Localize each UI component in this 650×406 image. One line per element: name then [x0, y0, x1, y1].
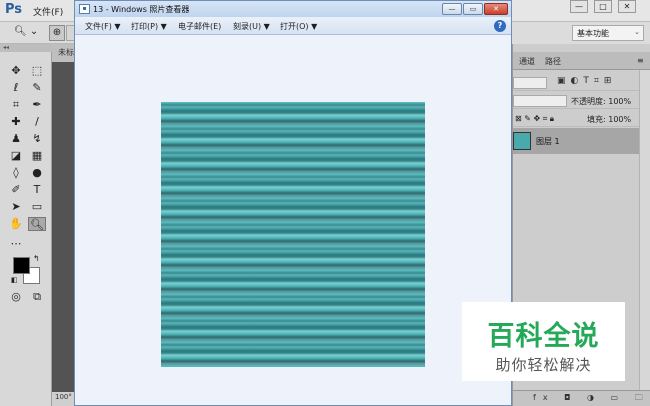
healing-brush-tool-icon[interactable]: ✚ [7, 115, 25, 129]
viewer-menu-email[interactable]: 电子邮件(E) [178, 21, 221, 32]
viewer-title: 13 - Windows 照片查看器 [93, 5, 190, 14]
lock-fill-row: ⊠ ✎ ✥ ⌗ 🔒︎ 填充: 100% [513, 110, 650, 127]
viewer-titlebar[interactable]: ▪ 13 - Windows 照片查看器 — ▭ ✕ [75, 1, 511, 17]
photo-viewer-app-icon: ▪ [79, 4, 90, 14]
viewer-canvas [75, 35, 511, 405]
crop-tool-icon[interactable]: ⌗ [7, 98, 25, 112]
viewer-maximize-icon[interactable]: ▭ [463, 3, 483, 15]
watermark-logo: 百科全说 助你轻松解决 [462, 302, 625, 381]
viewer-menu-burn[interactable]: 刻录(U) ▼ [233, 21, 270, 32]
viewer-menu-print[interactable]: 打印(P) ▼ [131, 21, 167, 32]
eraser-tool-icon[interactable]: ◪ [7, 149, 25, 163]
chevron-down-icon: ▼ [263, 22, 270, 31]
panel-scrollbar[interactable] [639, 70, 650, 390]
chevron-down-icon: ▼ [114, 22, 121, 31]
panel-menu-icon[interactable]: ≡ [637, 56, 644, 65]
layer-thumbnail [513, 132, 531, 150]
close-icon[interactable]: ✕ [618, 0, 636, 13]
menu-label: 刻录(U) [233, 22, 262, 31]
fill-label[interactable]: 填充: 100% [587, 114, 631, 125]
shape-tool-icon[interactable]: ▭ [28, 200, 46, 214]
marquee-tool-icon[interactable]: ⬚ [28, 64, 46, 78]
lasso-tool-icon[interactable]: ℓ [7, 81, 25, 95]
ps-menu-file[interactable]: 文件(F) [33, 5, 63, 18]
toolbar-collapse-icon[interactable]: ◂◂ [0, 44, 52, 52]
maximize-icon[interactable]: □ [594, 0, 612, 13]
displayed-photo [161, 102, 425, 367]
eyedropper-tool-icon[interactable]: ✒ [28, 98, 46, 112]
layer-kind-select[interactable] [513, 77, 547, 89]
status-zoom: 100° [55, 393, 72, 401]
history-brush-tool-icon[interactable]: ↯ [28, 132, 46, 146]
move-tool-icon[interactable]: ✥ [7, 64, 25, 78]
tab-paths[interactable]: 路径 [545, 56, 561, 67]
help-icon[interactable]: ? [494, 20, 506, 32]
workspace-label: 基本功能 [577, 29, 609, 38]
menu-label: 打开(O) [280, 22, 309, 31]
zoom-tool-preset-icon[interactable]: 🔍︎ ⌄ [14, 26, 42, 40]
quick-mask-icon[interactable]: ◎ [7, 290, 25, 304]
swap-colors-icon[interactable]: ↰ [33, 254, 40, 263]
ps-toolbar: ◂◂ ✥ ⬚ ℓ ✎ ⌗ ✒ ✚ / ♟ ↯ ◪ ▦ ◊ ● ✐ T ➤ ▭ ✋… [0, 44, 52, 406]
lock-icons[interactable]: ⊠ ✎ ✥ ⌗ 🔒︎ [515, 114, 554, 124]
chevron-down-icon: ▼ [160, 22, 167, 31]
document-tab[interactable]: 未标 [52, 44, 76, 62]
default-colors-icon[interactable]: ◧ [11, 276, 18, 284]
viewer-menubar: 文件(F) ▼ 打印(P) ▼ 电子邮件(E) 刻录(U) ▼ 打开(O) ▼ … [75, 17, 511, 35]
layer-filter-icons[interactable]: ▣◐T⌗⊞ [557, 76, 616, 86]
menu-label: 文件(F) [85, 22, 112, 31]
watermark-subtitle: 助你轻松解决 [495, 356, 592, 374]
document-tab-label: 未标 [58, 48, 74, 57]
ps-window-controls: — □ ✕ [568, 0, 648, 14]
viewer-minimize-icon[interactable]: — [442, 3, 462, 15]
photo-viewer-window: ▪ 13 - Windows 照片查看器 — ▭ ✕ 文件(F) ▼ 打印(P)… [74, 0, 512, 406]
tab-channels[interactable]: 通道 [519, 56, 535, 67]
zoom-in-icon[interactable]: ⊕ [49, 25, 65, 41]
clone-stamp-tool-icon[interactable]: ♟ [7, 132, 25, 146]
opacity-label[interactable]: 不透明度: 100% [571, 96, 631, 107]
viewer-menu-file[interactable]: 文件(F) ▼ [85, 21, 121, 32]
blend-mode-select[interactable] [513, 95, 567, 107]
chevron-down-icon: ▼ [311, 22, 318, 31]
quick-select-tool-icon[interactable]: ✎ [28, 81, 46, 95]
chevron-down-icon: ⌄ [634, 28, 640, 36]
blend-opacity-row: 不透明度: 100% [513, 92, 650, 109]
panel-tabbar: 通道 路径 ≡ [513, 52, 650, 70]
gradient-tool-icon[interactable]: ▦ [28, 149, 46, 163]
viewer-menu-open[interactable]: 打开(O) ▼ [280, 21, 317, 32]
zoom-tool-icon[interactable]: 🔍︎ [28, 217, 46, 231]
ps-logo: Ps [5, 2, 23, 17]
layer-filter-row: ▣◐T⌗⊞ [513, 74, 650, 91]
menu-label: 电子邮件(E) [178, 22, 222, 31]
layer-row[interactable]: 图层 1 [513, 128, 639, 154]
minimize-icon[interactable]: — [570, 0, 588, 13]
dodge-tool-icon[interactable]: ● [28, 166, 46, 180]
blur-tool-icon[interactable]: ◊ [7, 166, 25, 180]
pen-tool-icon[interactable]: ✐ [7, 183, 25, 197]
hand-tool-icon[interactable]: ✋ [7, 217, 25, 231]
brush-tool-icon[interactable]: / [28, 115, 46, 129]
viewer-close-icon[interactable]: ✕ [484, 3, 508, 15]
workspace-select[interactable]: 基本功能 ⌄ [572, 25, 644, 41]
foreground-color-swatch[interactable] [13, 257, 30, 274]
status-bar: 100° [52, 392, 76, 406]
layer-panel-actions[interactable]: fx ◘ ◑ ▭ 🗀 🗑 [513, 390, 650, 406]
path-select-tool-icon[interactable]: ➤ [7, 200, 25, 214]
watermark-title: 百科全说 [487, 321, 600, 352]
layer-name[interactable]: 图层 1 [536, 136, 560, 147]
more-tools-icon[interactable]: ⋯ [7, 237, 25, 251]
menu-label: 打印(P) [131, 22, 159, 31]
type-tool-icon[interactable]: T [28, 183, 46, 197]
screen-mode-icon[interactable]: ⧉ [28, 290, 46, 304]
